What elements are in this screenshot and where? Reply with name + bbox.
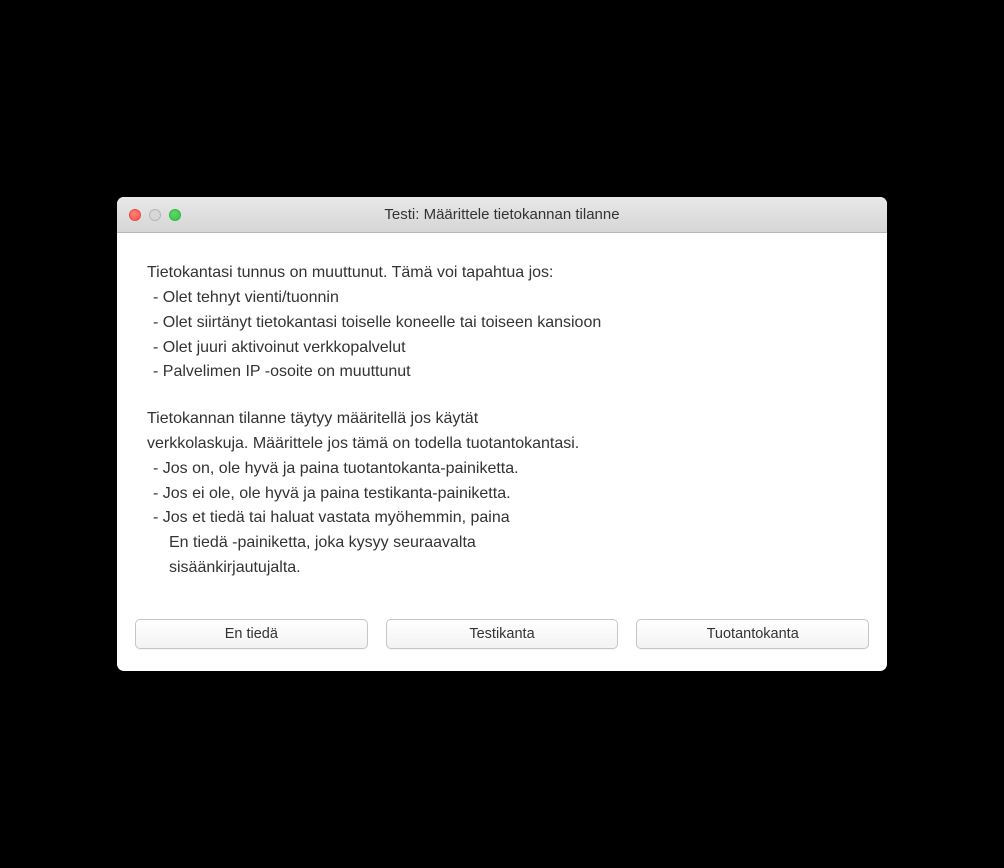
intro-text-2b: verkkolaskuja. Määrittele jos tämä on to…: [147, 432, 857, 457]
paragraph-1: Tietokantasi tunnus on muuttunut. Tämä v…: [147, 261, 857, 385]
maximize-icon[interactable]: [169, 209, 181, 221]
bullet-item: - Olet tehnyt vienti/tuonnin: [147, 286, 857, 311]
bullet-item: - Jos on, ole hyvä ja paina tuotantokant…: [147, 457, 857, 482]
dont-know-button[interactable]: En tiedä: [135, 619, 368, 649]
paragraph-2: Tietokannan tilanne täytyy määritellä jo…: [147, 407, 857, 581]
close-icon[interactable]: [129, 209, 141, 221]
intro-text-1: Tietokantasi tunnus on muuttunut. Tämä v…: [147, 261, 857, 286]
minimize-icon: [149, 209, 161, 221]
window-title: Testi: Määrittele tietokannan tilanne: [117, 206, 887, 223]
production-db-button[interactable]: Tuotantokanta: [636, 619, 869, 649]
bullet-item: - Jos ei ole, ole hyvä ja paina testikan…: [147, 482, 857, 507]
sub-line: sisäänkirjautujalta.: [147, 556, 857, 581]
titlebar[interactable]: Testi: Määrittele tietokannan tilanne: [117, 197, 887, 233]
bullet-item: - Palvelimen IP -osoite on muuttunut: [147, 360, 857, 385]
intro-text-2a: Tietokannan tilanne täytyy määritellä jo…: [147, 407, 857, 432]
test-db-button[interactable]: Testikanta: [386, 619, 619, 649]
button-row: En tiedä Testikanta Tuotantokanta: [117, 601, 887, 671]
traffic-lights: [117, 209, 181, 221]
dialog-content: Tietokantasi tunnus on muuttunut. Tämä v…: [117, 233, 887, 601]
sub-line: En tiedä -painiketta, joka kysyy seuraav…: [147, 531, 857, 556]
bullet-item: - Olet siirtänyt tietokantasi toiselle k…: [147, 311, 857, 336]
bullet-item: - Jos et tiedä tai haluat vastata myöhem…: [147, 506, 857, 531]
bullet-item: - Olet juuri aktivoinut verkkopalvelut: [147, 336, 857, 361]
dialog-window: Testi: Määrittele tietokannan tilanne Ti…: [117, 197, 887, 671]
